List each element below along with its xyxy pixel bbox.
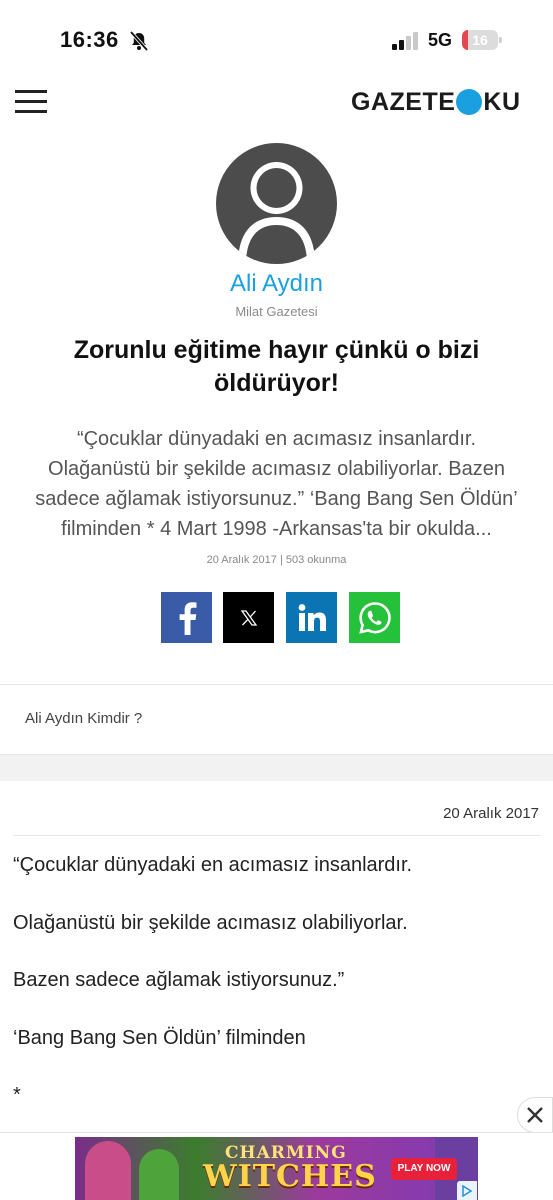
x-twitter-icon bbox=[240, 609, 257, 626]
battery-level: 16 bbox=[472, 32, 488, 48]
divider bbox=[13, 835, 540, 836]
ad-title-line2: WITCHES bbox=[203, 1159, 377, 1194]
author-publication: Milat Gazetesi bbox=[235, 304, 318, 319]
article-meta: 20 Aralık 2017 | 503 okunma bbox=[206, 554, 347, 566]
ad-banner[interactable]: CHARMING WITCHES PLAY NOW bbox=[75, 1137, 478, 1200]
menu-button[interactable] bbox=[15, 88, 47, 114]
article-paragraph: * bbox=[13, 1084, 21, 1106]
article-paragraph: Olağanüstü bir şekilde acımasız olabiliy… bbox=[13, 912, 408, 934]
network-label: 5G bbox=[428, 30, 453, 50]
author-name[interactable]: Ali Aydın bbox=[0, 270, 553, 298]
logo-dot-icon bbox=[456, 89, 483, 115]
article-paragraph: Bazen sadece ağlamak istiyorsunuz.” bbox=[13, 969, 345, 991]
author-avatar[interactable] bbox=[216, 143, 337, 264]
article-summary: “Çocuklar dünyadaki en acımasız insanlar… bbox=[35, 428, 518, 540]
divider bbox=[0, 684, 553, 685]
signal-icon bbox=[392, 32, 418, 50]
ad-play-now-button[interactable]: PLAY NOW bbox=[391, 1158, 457, 1180]
battery-icon: 16 bbox=[462, 30, 502, 50]
close-ad-button[interactable] bbox=[517, 1097, 553, 1133]
section-separator bbox=[0, 755, 553, 781]
whatsapp-icon bbox=[358, 601, 391, 634]
facebook-icon bbox=[179, 601, 196, 635]
site-logo[interactable]: GAZETE KU bbox=[351, 86, 521, 118]
whatsapp-share-button[interactable] bbox=[349, 592, 400, 643]
bell-muted-icon bbox=[129, 30, 149, 52]
x-share-button[interactable] bbox=[223, 592, 274, 643]
article-paragraph: ‘Bang Bang Sen Öldün’ filminden bbox=[13, 1027, 306, 1049]
article-title: Zorunlu eğitime hayır çünkü o bizi öldür… bbox=[73, 336, 480, 397]
ad-character-image bbox=[139, 1149, 179, 1200]
ad-character-image bbox=[85, 1141, 131, 1200]
facebook-share-button[interactable] bbox=[161, 592, 212, 643]
linkedin-share-button[interactable] bbox=[286, 592, 337, 643]
logo-text-right: KU bbox=[483, 87, 521, 116]
logo-text-left: GAZETE bbox=[351, 87, 456, 116]
status-time: 16:36 bbox=[60, 27, 119, 52]
share-buttons bbox=[161, 592, 401, 643]
default-user-avatar-icon bbox=[238, 162, 315, 264]
ad-choices-icon[interactable] bbox=[457, 1181, 477, 1200]
linkedin-icon bbox=[298, 603, 326, 631]
article-paragraph: “Çocuklar dünyadaki en acımasız insanlar… bbox=[13, 854, 413, 876]
close-icon bbox=[527, 1107, 543, 1123]
author-bio-link[interactable]: Ali Aydın Kimdir ? bbox=[25, 710, 142, 727]
status-bar: 16:36 5G 16 bbox=[0, 0, 553, 72]
article-date: 20 Aralık 2017 bbox=[443, 805, 539, 822]
